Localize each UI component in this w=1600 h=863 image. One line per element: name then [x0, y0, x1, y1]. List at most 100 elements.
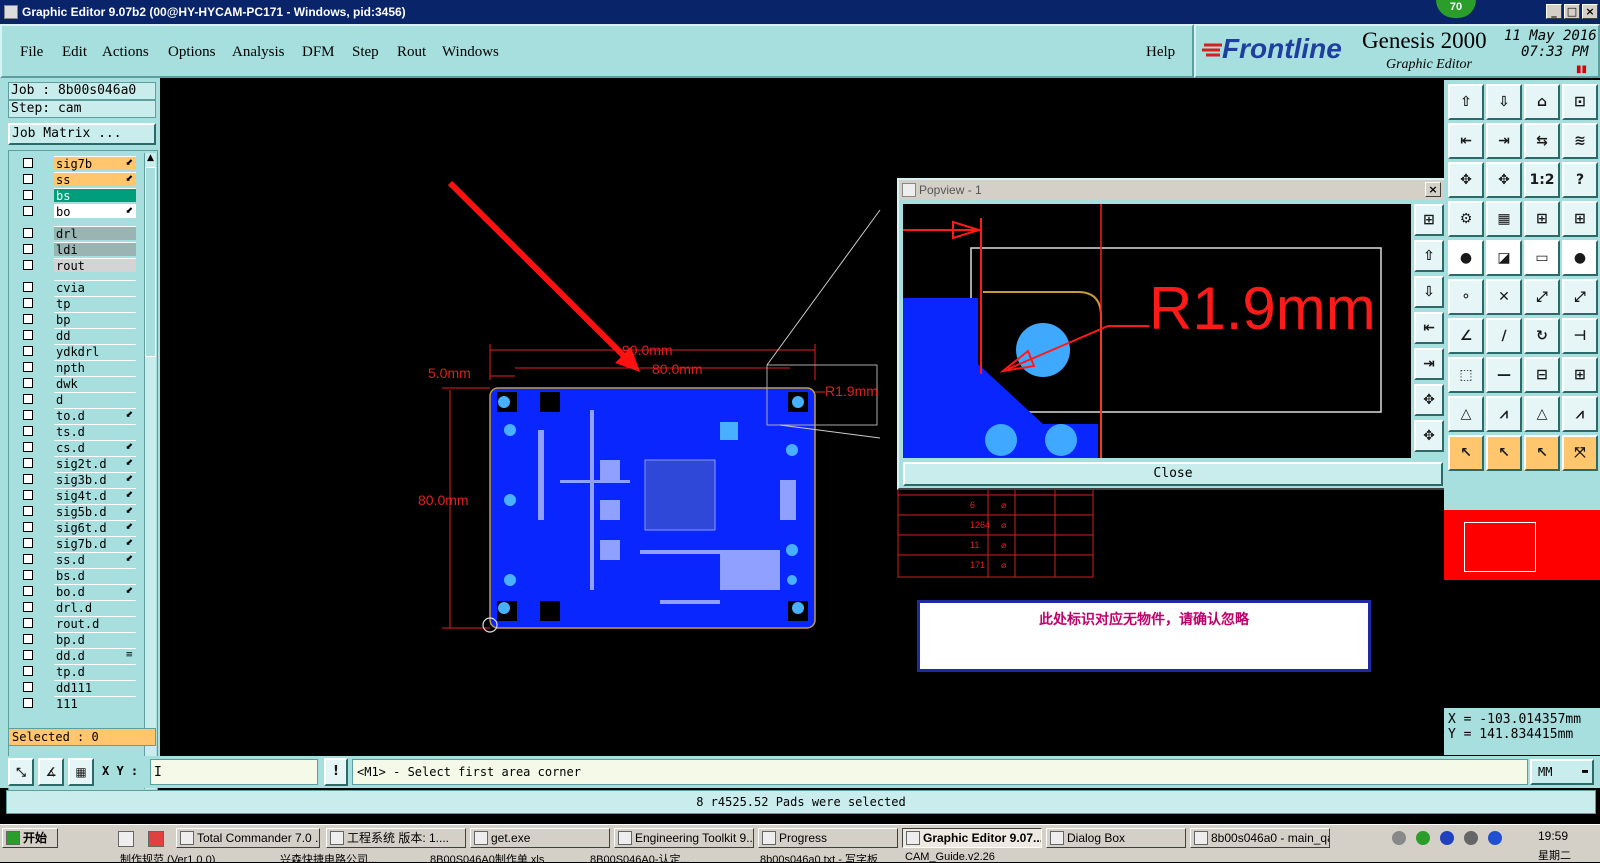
layer-row-bs-d[interactable]: bs.d [19, 568, 139, 583]
tool-icon-23[interactable]: ⤢ [1524, 279, 1560, 315]
popview-tool-icon-5[interactable]: ⇥ [1414, 348, 1444, 380]
units-select[interactable]: MM ▬ [1530, 759, 1594, 785]
layer-checkbox[interactable] [23, 650, 33, 660]
tool-icon-19[interactable]: ▭ [1524, 240, 1560, 276]
tool-icon-6[interactable]: ⇥ [1486, 123, 1522, 159]
popview-tool-icon-3[interactable]: ⇩ [1414, 276, 1444, 308]
layer-name[interactable]: drl [54, 226, 136, 241]
tool-icon-21[interactable]: ⚬ [1448, 279, 1484, 315]
tool-icon-31[interactable]: ⊟ [1524, 357, 1560, 393]
tool-icon-5[interactable]: ⇤ [1448, 123, 1484, 159]
popview-canvas[interactable]: R1.9mm [903, 204, 1411, 458]
taskbar-button-row2[interactable]: 8B00S046A0-认定... [590, 851, 730, 863]
measure-icon[interactable]: ∡ [38, 758, 64, 786]
popview-tool-icon-1[interactable]: ⊞ [1414, 204, 1444, 236]
taskbar-button[interactable]: Graphic Editor 9.07... [902, 828, 1042, 848]
layer-name[interactable]: tp [54, 296, 136, 311]
taskbar-button[interactable]: Total Commander 7.0 ... [176, 828, 320, 848]
tool-icon-12[interactable]: ? [1562, 162, 1598, 198]
tool-icon-28[interactable]: ⊣ [1562, 318, 1598, 354]
layer-name[interactable]: ss.d [54, 552, 136, 567]
menu-dfm[interactable]: DFM [302, 44, 335, 61]
taskbar-button-row2[interactable]: 制作规范 (Ver1.0.0) [120, 851, 260, 863]
layer-checkbox[interactable] [23, 570, 33, 580]
layer-checkbox[interactable] [23, 346, 33, 356]
layer-checkbox[interactable] [23, 298, 33, 308]
tool-icon-29[interactable]: ⬚ [1448, 357, 1484, 393]
layer-checkbox[interactable] [23, 538, 33, 548]
layer-name[interactable]: d [54, 392, 136, 407]
layer-name[interactable]: ss [54, 172, 136, 187]
layer-row-tp-d[interactable]: tp.d [19, 664, 139, 679]
taskbar-button[interactable]: Progress [758, 828, 898, 848]
tool-icon-36[interactable]: ⩘ [1562, 396, 1598, 432]
menu-step[interactable]: Step [352, 44, 379, 61]
layer-checkbox[interactable] [23, 362, 33, 372]
layer-checkbox[interactable] [23, 506, 33, 516]
layer-name[interactable]: sig6t.d [54, 520, 136, 535]
popview-tool-icon-6[interactable]: ✥ [1414, 384, 1444, 416]
tool-icon-18[interactable]: ◪ [1486, 240, 1522, 276]
layer-row-sig6t-d[interactable]: sig6t.d ⬋ [19, 520, 139, 535]
tool-icon-13[interactable]: ⚙ [1448, 201, 1484, 237]
minimize-button[interactable]: _ [1546, 4, 1562, 19]
layer-row-sig4t-d[interactable]: sig4t.d ⬋ [19, 488, 139, 503]
layer-row-sig7b[interactable]: sig7b ⬋ [19, 156, 139, 171]
layer-name[interactable]: bp [54, 312, 136, 327]
tool-icon-26[interactable]: ∕ [1486, 318, 1522, 354]
layer-name[interactable]: sig7b [54, 156, 136, 171]
tool-icon-7[interactable]: ⇆ [1524, 123, 1560, 159]
tool-icon-40[interactable]: ⤧ [1562, 435, 1598, 471]
layer-name[interactable]: sig4t.d [54, 488, 136, 503]
layer-checkbox[interactable] [23, 666, 33, 676]
menu-rout[interactable]: Rout [397, 44, 426, 61]
layer-name[interactable]: 111 [54, 696, 136, 711]
grid-icon[interactable]: ▦ [68, 758, 94, 786]
taskbar-button[interactable]: Dialog Box [1046, 828, 1186, 848]
layer-checkbox[interactable] [23, 602, 33, 612]
layer-name[interactable]: cs.d [54, 440, 136, 455]
tool-icon-15[interactable]: ⊞ [1524, 201, 1560, 237]
layer-checkbox[interactable] [23, 228, 33, 238]
tool-icon-20[interactable]: ● [1562, 240, 1598, 276]
layer-checkbox[interactable] [23, 378, 33, 388]
layer-checkbox[interactable] [23, 442, 33, 452]
tool-icon-8[interactable]: ≋ [1562, 123, 1598, 159]
layer-checkbox[interactable] [23, 330, 33, 340]
maximize-button[interactable]: □ [1564, 4, 1580, 19]
tool-icon-38[interactable]: ↖ [1486, 435, 1522, 471]
layer-name[interactable]: ldi [54, 242, 136, 257]
tool-icon-9[interactable]: ✥ [1448, 162, 1484, 198]
layer-name[interactable]: bo [54, 204, 136, 219]
layer-checkbox[interactable] [23, 618, 33, 628]
tool-icon-4[interactable]: ⊡ [1562, 84, 1598, 120]
tool-icon-30[interactable]: — [1486, 357, 1522, 393]
tool-icon-22[interactable]: ✕ [1486, 279, 1522, 315]
tool-icon-1[interactable]: ⇧ [1448, 84, 1484, 120]
layer-row-sig5b-d[interactable]: sig5b.d ⬋ [19, 504, 139, 519]
layer-name[interactable]: to.d [54, 408, 136, 423]
tray-volume-icon[interactable] [1464, 831, 1478, 845]
window-title-bar[interactable]: Graphic Editor 9.07b2 (00@HY-HYCAM-PC171… [0, 0, 1600, 24]
layer-name[interactable]: bo.d [54, 584, 136, 599]
popview-close-button[interactable]: Close [903, 462, 1443, 486]
layer-row-ldi[interactable]: ldi [19, 242, 139, 257]
tool-icon-3[interactable]: ⌂ [1524, 84, 1560, 120]
layer-checkbox[interactable] [23, 682, 33, 692]
layer-row-npth[interactable]: npth [19, 360, 139, 375]
layer-checkbox[interactable] [23, 458, 33, 468]
layer-row-drl[interactable]: drl [19, 226, 139, 241]
tool-icon-16[interactable]: ⊞ [1562, 201, 1598, 237]
layer-name[interactable]: tp.d [54, 664, 136, 679]
layer-checkbox[interactable] [23, 634, 33, 644]
tool-icon-35[interactable]: △ [1524, 396, 1560, 432]
layer-row-rout-d[interactable]: rout.d [19, 616, 139, 631]
layer-checkbox[interactable] [23, 410, 33, 420]
layer-name[interactable]: npth [54, 360, 136, 375]
layer-checkbox[interactable] [23, 158, 33, 168]
mini-map-viewport[interactable] [1464, 522, 1536, 572]
taskbar-button-row2[interactable]: 8b00s046a0.txt - 写字板 [760, 851, 900, 863]
layer-name[interactable]: ts.d [54, 424, 136, 439]
taskbar-button-row2[interactable]: 8B00S046A0制作单.xls [430, 851, 570, 863]
layer-checkbox[interactable] [23, 698, 33, 708]
